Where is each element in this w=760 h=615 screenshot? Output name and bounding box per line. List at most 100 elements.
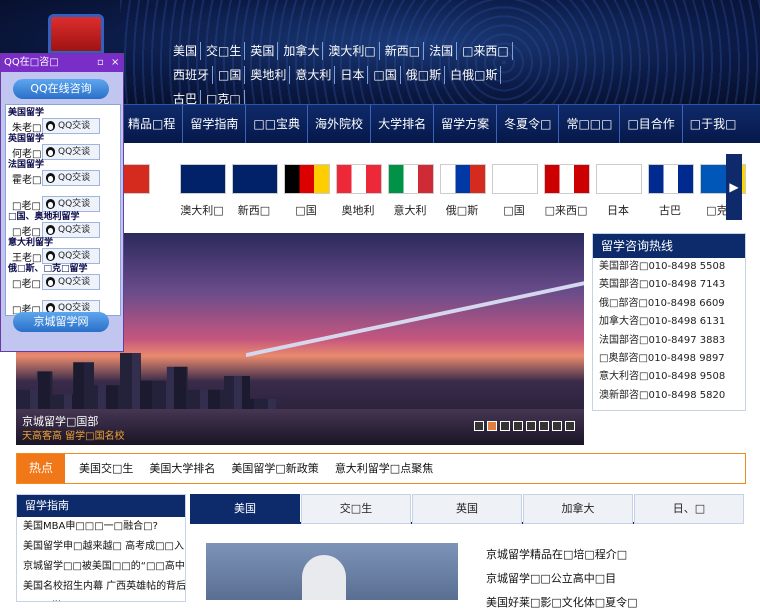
banner-pager-dot[interactable] [565, 421, 575, 431]
qq-contact-list: 美国留学 朱老□ QQ交谈 英国留学 何老□ QQ交谈 法国留学 霍老□ QQ交谈 □老□ QQ交谈… [5, 104, 121, 316]
qq-category-label: 俄□斯、□克□留学 [8, 264, 88, 274]
flag-label[interactable]: 澳大利□ [172, 202, 232, 218]
country-flag-icon[interactable] [544, 164, 590, 194]
country-flag-icon[interactable] [388, 164, 434, 194]
nav-item[interactable]: 常□□□ [558, 105, 619, 143]
tab-link[interactable]: 京城留学□□公立高中□目 [486, 567, 638, 591]
capitol-dome-graphic [302, 555, 346, 600]
capitol-photo[interactable] [206, 543, 458, 600]
country-link[interactable]: 新西□ [382, 42, 425, 60]
consult-hotline-box: 留学咨询热线 美国部咨□010-8498 5508 英国部咨□010-8498 7… [592, 233, 746, 411]
flag-label[interactable]: □国 [276, 202, 336, 218]
nav-item[interactable]: 留学方案 [433, 105, 496, 143]
qq-category-label: 法国留学 [8, 160, 45, 170]
nav-item[interactable]: 留学指南 [182, 105, 245, 143]
hotline-row: □奥部咨□010-8498 9897 [599, 352, 725, 364]
banner-pager-dot[interactable] [513, 421, 523, 431]
country-link[interactable]: □来西□ [459, 42, 513, 60]
nav-item[interactable]: □□宝典 [245, 105, 307, 143]
minimize-icon[interactable]: ▫ [97, 54, 104, 72]
hot-link[interactable]: 美国大学排名 [149, 454, 215, 483]
country-tab[interactable]: 加拿大 [523, 494, 633, 524]
flag-label[interactable]: □来西□ [536, 202, 596, 218]
banner-subcaption: 天高客高 留学□国名校 [22, 431, 125, 442]
country-link[interactable]: 西班牙 [170, 66, 214, 84]
hotline-list: 美国部咨□010-8498 5508 英国部咨□010-8498 7143 俄□部咨… [593, 258, 745, 405]
qq-panel-footer[interactable]: 京城留学网 [13, 312, 109, 332]
country-tab[interactable]: 美国 [190, 494, 300, 524]
hotline-row: 美国部咨□010-8498 5508 [599, 261, 726, 272]
banner-pager-dot[interactable] [539, 421, 549, 431]
hotline-row: 加拿大咨□010-8498 6131 [599, 316, 726, 328]
country-flag-icon[interactable] [336, 164, 382, 194]
tab-link[interactable]: 京城留学精品在□培□程介□ [486, 543, 638, 567]
logo-icon[interactable] [48, 14, 104, 54]
guide-item[interactable]: 美国留学申□越来越□ 高考成□□入申□ [17, 537, 185, 557]
banner-pager-dot[interactable] [487, 421, 497, 431]
country-link[interactable]: □国 [370, 66, 401, 84]
hot-link[interactable]: 意大利留学□点聚焦 [335, 454, 433, 483]
country-flag-icon[interactable] [648, 164, 694, 194]
flag-label[interactable]: 意大利 [380, 202, 440, 218]
flag-label[interactable]: 俄□斯 [432, 202, 492, 218]
banner-pager-dot[interactable] [500, 421, 510, 431]
country-tab[interactable]: 英国 [412, 494, 522, 524]
nav-item[interactable]: 大学排名 [370, 105, 433, 143]
hotline-title: 留学咨询热线 [593, 234, 745, 258]
banner-pager-dot[interactable] [526, 421, 536, 431]
qq-penguin-icon [46, 225, 55, 235]
banner-pager-dot[interactable] [474, 421, 484, 431]
flag-label[interactable]: □克□ [692, 202, 752, 218]
guide-title: 留学指南 [17, 495, 185, 517]
country-link[interactable]: 交□生 [203, 42, 246, 60]
nav-item[interactable]: 海外院校 [307, 105, 370, 143]
qq-penguin-icon [46, 277, 55, 287]
country-link[interactable]: 奥地利 [247, 66, 291, 84]
hot-link[interactable]: 美国交□生 [79, 454, 133, 483]
guide-item[interactable]: 京城留学□□被美国□□的“□□高中” [17, 557, 185, 577]
qq-penguin-icon [46, 121, 55, 131]
qq-category-label: 意大利留学 [8, 238, 54, 248]
country-link[interactable]: 白俄□斯 [447, 66, 502, 84]
hot-topics-bar: 热点 美国交□生 美国大学排名 美国留学□新政策 意大利留学□点聚焦 [16, 453, 746, 484]
country-link[interactable]: 法国 [426, 42, 458, 60]
flag-label[interactable]: 奥地利 [328, 202, 388, 218]
country-flag-icon[interactable] [180, 164, 226, 194]
country-link[interactable]: □国 [215, 66, 246, 84]
qq-penguin-icon [46, 173, 55, 183]
country-flag-icon[interactable] [440, 164, 486, 194]
flag-label[interactable]: 新西□ [224, 202, 284, 218]
nav-item[interactable]: 冬夏令□ [496, 105, 558, 143]
guide-item[interactable]: 美国名校招生内幕 广西英雄帖的背后 [17, 577, 185, 597]
country-link[interactable]: 意大利 [292, 66, 336, 84]
tab-link-list: 京城留学精品在□培□程介□ 京城留学□□公立高中□目 美国好莱□影□文化体□夏令□ [486, 543, 638, 615]
qq-chat-label: QQ交谈 [58, 173, 91, 183]
guide-item[interactable]: 美国MBA申□□□一□融合□? [17, 517, 185, 537]
country-tab[interactable]: 交□生 [301, 494, 411, 524]
country-link[interactable]: 日本 [337, 66, 369, 84]
close-icon[interactable]: × [111, 54, 119, 72]
country-flag-icon[interactable] [232, 164, 278, 194]
flag-label[interactable]: 日本 [588, 202, 648, 218]
nav-item[interactable]: □于我□ [681, 105, 744, 143]
flag-next-arrow-icon[interactable]: ▶ [726, 154, 742, 220]
nav-item[interactable]: □目合作 [619, 105, 681, 143]
hot-link[interactable]: 美国留学□新政策 [231, 454, 318, 483]
country-link[interactable]: 加拿大 [280, 42, 324, 60]
country-link[interactable]: 英国 [247, 42, 279, 60]
banner-pager-dot[interactable] [552, 421, 562, 431]
country-tabs: 美国 交□生 英国 加拿大 日、□ [190, 494, 744, 524]
country-link[interactable]: 澳大利□ [325, 42, 380, 60]
flag-label[interactable]: □国 [484, 202, 544, 218]
flag-label[interactable]: 古巴 [640, 202, 700, 218]
tab-link[interactable]: 美国好莱□影□文化体□夏令□ [486, 591, 638, 615]
hotline-row: 英国部咨□010-8498 7143 [599, 279, 726, 291]
country-flag-icon[interactable] [284, 164, 330, 194]
country-link[interactable]: 俄□斯 [403, 66, 446, 84]
nav-item[interactable]: 精品□程 [120, 105, 182, 143]
qq-category-label: □国、奥地利留学 [8, 212, 80, 222]
country-link[interactable]: 美国 [170, 42, 202, 60]
country-flag-icon[interactable] [492, 164, 538, 194]
country-tab[interactable]: 日、□ [634, 494, 744, 524]
country-flag-icon[interactable] [596, 164, 642, 194]
